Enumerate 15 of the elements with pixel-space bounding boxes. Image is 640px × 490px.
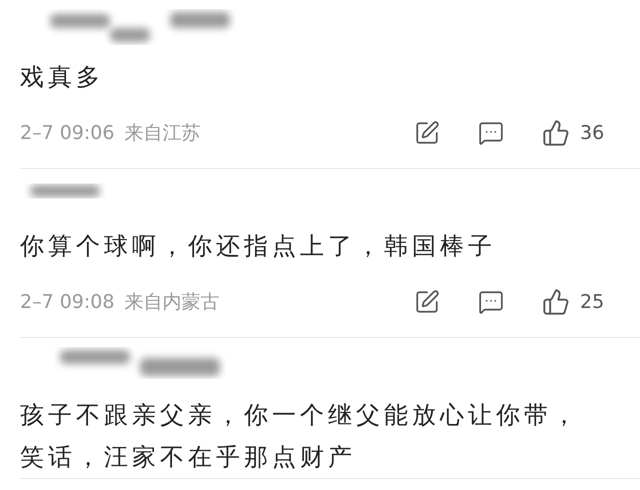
comment-icon[interactable] bbox=[478, 120, 504, 146]
comment-text: 你算个球啊，你还指点上了，韩国棒子 bbox=[20, 231, 497, 262]
edit-icon[interactable] bbox=[414, 120, 440, 146]
thumbs-up-icon[interactable] bbox=[542, 119, 570, 147]
comment-date: 2–7 09:06 bbox=[20, 120, 114, 146]
edit-icon[interactable] bbox=[414, 289, 440, 315]
thumbs-up-icon[interactable] bbox=[542, 288, 570, 316]
comment-location: 来自内蒙古 bbox=[124, 290, 220, 315]
comment-text: 戏真多 bbox=[20, 62, 105, 93]
comment-icon[interactable] bbox=[478, 289, 504, 315]
comment-text: 孩子不跟亲父亲，你一个继父能放心让你带，笑话，汪家不在乎那点财产 bbox=[20, 400, 581, 473]
comment-date: 2–7 09:08 bbox=[20, 290, 114, 315]
like-count: 36 bbox=[580, 120, 606, 146]
comment-location: 来自江苏 bbox=[124, 120, 200, 146]
like-count: 25 bbox=[580, 290, 606, 315]
